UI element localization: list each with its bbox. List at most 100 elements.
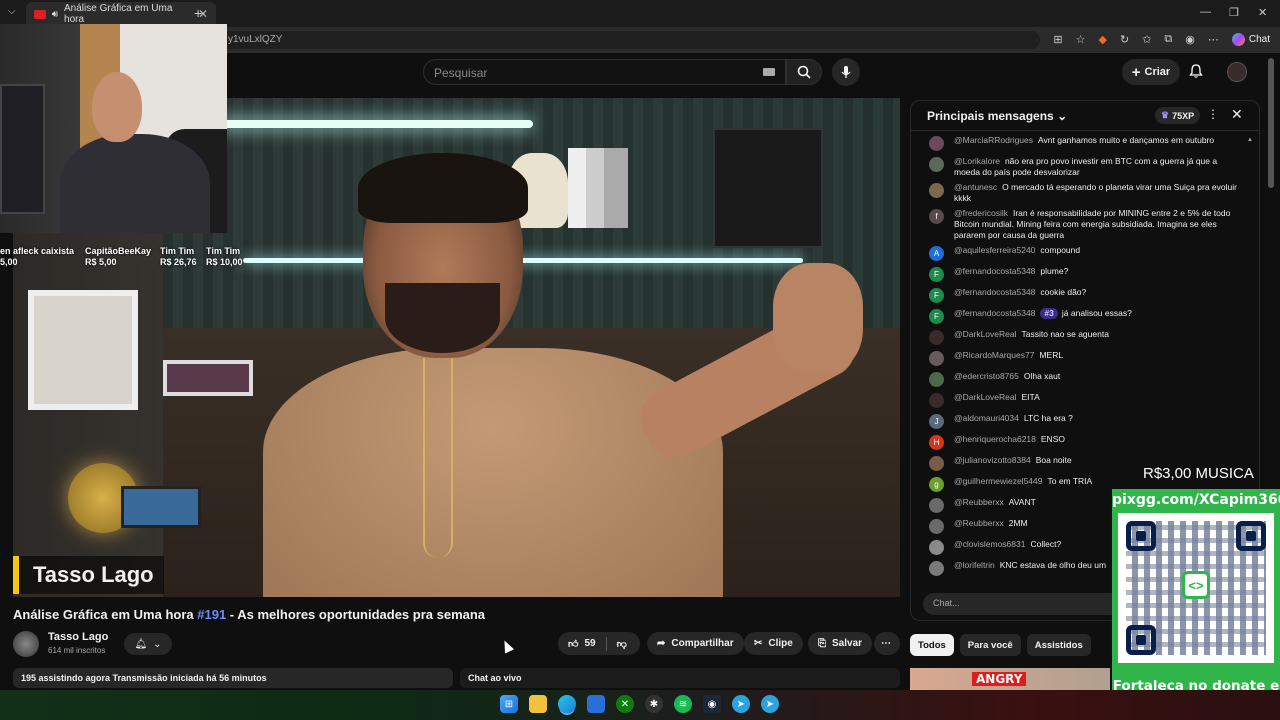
telegram-icon[interactable]: ➤ [732, 695, 750, 713]
chat-avatar[interactable]: g [929, 477, 944, 492]
share-button[interactable]: ➦ Compartilhar [647, 632, 744, 655]
spotify-icon[interactable]: ≋ [674, 695, 692, 713]
chat-author[interactable]: @aquilesferreira5240 [954, 245, 1035, 255]
chat-author[interactable]: @clovislemos6831 [954, 539, 1025, 549]
apps-icon[interactable]: ⊞ [1053, 33, 1062, 46]
chat-author[interactable]: @MarciaRRodrigues [954, 135, 1033, 145]
close-window-icon[interactable]: ✕ [1258, 6, 1267, 19]
file-explorer-icon[interactable] [529, 695, 547, 713]
chat-avatar[interactable] [929, 183, 944, 198]
chat-avatar[interactable]: F [929, 267, 944, 282]
collections-icon[interactable]: ⧉ [1164, 33, 1172, 46]
new-tab-button[interactable]: + [194, 5, 202, 21]
browser-tab[interactable]: 🔊︎ Análise Gráfica em Uma hora ✕ [26, 2, 216, 26]
steam-icon[interactable]: ◉ [703, 695, 721, 713]
chat-avatar[interactable]: H [929, 435, 944, 450]
chat-message[interactable]: J @aldomauri4034 LTC ha era ? [911, 411, 1251, 432]
chat-menu-icon[interactable]: ⋮ [1207, 107, 1219, 121]
tab-list-chevron-icon[interactable]: ⌵ [8, 6, 16, 17]
account-avatar[interactable] [1227, 62, 1247, 82]
chat-message[interactable]: @DarkLoveReal EITA [911, 390, 1251, 411]
chat-author[interactable]: @antunesc [954, 182, 997, 192]
minimize-icon[interactable]: — [1200, 6, 1211, 18]
chat-author[interactable]: @Reubberxx [954, 518, 1004, 528]
scroll-up-icon[interactable]: ▲ [1247, 137, 1253, 143]
chat-author[interactable]: @lorifeltrin [954, 560, 995, 570]
recommended-video-thumbnail[interactable]: ANGRY [910, 668, 1110, 690]
save-button[interactable]: ⎘ Salvar [808, 632, 873, 655]
chat-author[interactable]: @fernandocosta5348 [954, 266, 1035, 276]
outlook-icon[interactable] [587, 695, 605, 713]
chat-message[interactable]: H @henriquerocha6218 ENSO [911, 432, 1251, 453]
chat-avatar[interactable] [929, 540, 944, 555]
dislike-button[interactable]: 👎︎ [617, 638, 627, 650]
edge-browser-icon[interactable] [558, 695, 576, 713]
chat-avatar[interactable] [929, 393, 944, 408]
create-button[interactable]: + Criar [1122, 59, 1180, 85]
chip-0[interactable]: Todos [910, 634, 954, 656]
search-button[interactable] [786, 59, 822, 85]
chat-message[interactable]: @DarkLoveReal Tassito nao se aguenta [911, 327, 1251, 348]
favorite-star-icon[interactable]: ☆ [1076, 33, 1086, 46]
page-scrollbar[interactable] [1268, 58, 1274, 188]
chat-avatar[interactable]: F [929, 309, 944, 324]
refresh-extension-icon[interactable]: ↻ [1120, 33, 1129, 46]
chat-avatar[interactable] [929, 136, 944, 151]
search-input[interactable]: Pesquisar [423, 59, 786, 85]
chat-message[interactable]: @MarciaRRodrigues Avnt ganhamos muito e d… [911, 133, 1251, 154]
chat-author[interactable]: @DarkLoveReal [954, 329, 1017, 339]
chat-input[interactable]: Chat... [923, 593, 1123, 615]
chat-message[interactable]: f @fredericosilk Iran é responsabilidade p… [911, 206, 1251, 243]
description-box[interactable]: 195 assistindo agora Transmissão iniciad… [13, 668, 453, 688]
chat-avatar[interactable] [929, 157, 944, 172]
url-field[interactable]: y1vuLxlQZY [200, 31, 1040, 49]
xp-badge[interactable]: ♛ 75XP [1155, 107, 1201, 124]
chat-message[interactable]: @antunesc O mercado tá esperando o planet… [911, 180, 1251, 206]
favorites-icon[interactable]: ✩ [1142, 33, 1151, 46]
chat-message[interactable]: @Lorikalore não era pro povo investir em … [911, 154, 1251, 180]
chat-author[interactable]: @DarkLoveReal [954, 392, 1017, 402]
chat-avatar[interactable] [929, 519, 944, 534]
chat-author[interactable]: @RicardoMarques77 [954, 350, 1034, 360]
chip-2[interactable]: Assistidos [1026, 634, 1091, 656]
chatgpt-icon[interactable]: ✱ [645, 695, 663, 713]
profile-icon[interactable]: ◉ [1185, 33, 1195, 46]
extension-icon[interactable]: ◆ [1099, 33, 1107, 46]
live-chat-replay-bar[interactable]: Chat ao vivo [460, 668, 900, 688]
chat-author[interactable]: @aldomauri4034 [954, 413, 1019, 423]
chat-avatar[interactable]: F [929, 288, 944, 303]
clip-button[interactable]: ✂ Clipe [744, 632, 803, 655]
chat-avatar[interactable]: A [929, 246, 944, 261]
chat-author[interactable]: @fernandocosta5348 [954, 308, 1035, 318]
telegram-icon-2[interactable]: ➤ [761, 695, 779, 713]
chat-mode-dropdown[interactable]: Principais mensagens ⌄ [927, 109, 1067, 123]
like-button[interactable]: 👍︎ 59 [568, 638, 596, 650]
more-menu-icon[interactable]: ⋯ [1208, 33, 1219, 46]
chat-avatar[interactable] [929, 456, 944, 471]
channel-name[interactable]: Tasso Lago [48, 631, 108, 643]
chat-author[interactable]: @julianovizotto8384 [954, 455, 1031, 465]
chat-avatar[interactable]: f [929, 209, 944, 224]
chat-author[interactable]: @henriquerocha6218 [954, 434, 1036, 444]
xbox-icon[interactable]: ✕ [616, 695, 634, 713]
chat-message[interactable]: F @fernandocosta5348 #3 já analisou essas? [911, 306, 1251, 327]
copilot-chat-button[interactable]: Chat [1231, 33, 1270, 46]
chat-author[interactable]: @edercristo8765 [954, 371, 1019, 381]
chat-message[interactable]: @RicardoMarques77 MERL [911, 348, 1251, 369]
chat-message[interactable]: F @fernandocosta5348 plume? [911, 264, 1251, 285]
voice-search-button[interactable] [832, 58, 860, 86]
keyboard-icon[interactable] [763, 68, 775, 76]
chat-avatar[interactable] [929, 372, 944, 387]
chip-1[interactable]: Para você [959, 634, 1021, 656]
more-actions-button[interactable]: ⋯ [874, 632, 900, 655]
close-chat-icon[interactable]: ✕ [1231, 106, 1243, 123]
chat-author[interactable]: @Lorikalore [954, 156, 1000, 166]
chat-avatar[interactable] [929, 498, 944, 513]
chat-avatar[interactable] [929, 351, 944, 366]
restore-icon[interactable]: ❐ [1229, 6, 1239, 19]
chat-author[interactable]: @fredericosilk [954, 208, 1008, 218]
windows-start-icon[interactable]: ⊞ [500, 695, 518, 713]
chat-message[interactable]: A @aquilesferreira5240 compound [911, 243, 1251, 264]
speaker-icon[interactable]: 🔊︎ [52, 9, 58, 20]
chat-author[interactable]: @Reubberxx [954, 497, 1004, 507]
